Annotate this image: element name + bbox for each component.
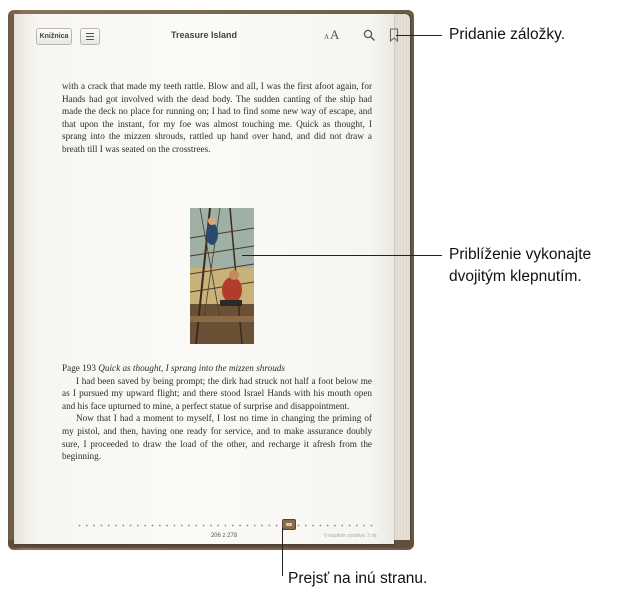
- page-dot[interactable]: [202, 524, 205, 527]
- page-dot[interactable]: [297, 524, 300, 527]
- book-title: Treasure Island: [170, 30, 238, 40]
- page-dot[interactable]: [180, 524, 183, 527]
- page-dot[interactable]: [268, 524, 271, 527]
- page-dot[interactable]: [137, 524, 139, 527]
- page-dot[interactable]: [304, 524, 307, 527]
- table-of-contents-button[interactable]: [80, 28, 100, 45]
- font-size-large-icon: A: [330, 27, 340, 42]
- callout-line-navigate: [282, 528, 283, 576]
- page-navigator-track[interactable]: [78, 524, 378, 527]
- page-dot[interactable]: [370, 524, 373, 527]
- page-dot[interactable]: [144, 524, 147, 527]
- page-dot[interactable]: [231, 524, 234, 527]
- page-dot[interactable]: [158, 524, 161, 527]
- page-dot[interactable]: [341, 524, 344, 527]
- page-dot[interactable]: [363, 524, 366, 527]
- caption-text: Quick as thought, I sprang into the mizz…: [98, 363, 285, 373]
- page-dot[interactable]: [129, 524, 132, 527]
- page-text-bottom: Page 193 Quick as thought, I sprang into…: [62, 362, 372, 463]
- page-dot[interactable]: [319, 524, 322, 527]
- callout-navigate: Prejsť na inú stranu.: [288, 570, 428, 587]
- page-dot[interactable]: [85, 524, 88, 527]
- page-dot[interactable]: [210, 524, 212, 527]
- page-navigator-thumb[interactable]: [282, 519, 296, 530]
- page-dot[interactable]: [93, 524, 95, 527]
- page-dot[interactable]: [348, 524, 351, 527]
- page-dot[interactable]: [78, 524, 81, 527]
- page-dot[interactable]: [326, 524, 329, 527]
- page-dot[interactable]: [261, 524, 263, 527]
- page-dot[interactable]: [224, 524, 227, 527]
- list-icon: [86, 33, 94, 40]
- callout-zoom-line2: dvojitým klepnutím.: [449, 268, 582, 285]
- paragraph: Now that I had a moment to myself, I los…: [62, 413, 372, 462]
- page-dot[interactable]: [107, 524, 110, 527]
- page-edges: [392, 14, 410, 546]
- page-dot[interactable]: [188, 524, 190, 527]
- page-dot[interactable]: [246, 524, 249, 527]
- chapter-pages-remaining: V kapitole zostáva: 2 str.: [323, 533, 378, 539]
- page-dot[interactable]: [217, 524, 220, 527]
- page-dot[interactable]: [275, 524, 278, 527]
- callout-line-zoom: [242, 255, 442, 256]
- book-illustration[interactable]: [190, 208, 254, 344]
- page-dot[interactable]: [239, 524, 242, 527]
- page-dot[interactable]: [151, 524, 154, 527]
- font-size-button[interactable]: A A: [322, 27, 346, 43]
- paragraph: I had been saved by being prompt; the di…: [62, 375, 372, 411]
- illustration-caption: Page 193 Quick as thought, I sprang into…: [62, 362, 372, 375]
- page-dot[interactable]: [356, 524, 358, 527]
- paragraph: with a crack that made my teeth rattle. …: [62, 81, 372, 154]
- book-page[interactable]: Knižnica Treasure Island A A with a crac…: [14, 14, 399, 544]
- page-dot[interactable]: [312, 524, 314, 527]
- caption-page-number: Page 193: [62, 363, 99, 373]
- callout-zoom-line1: Priblíženie vykonajte: [449, 246, 592, 263]
- page-dot[interactable]: [195, 524, 198, 527]
- page-dot[interactable]: [253, 524, 256, 527]
- page-dot[interactable]: [100, 524, 103, 527]
- page-count: 206 z 278: [210, 533, 238, 539]
- page-dot[interactable]: [334, 524, 336, 527]
- callout-bookmark: Pridanie záložky.: [449, 26, 566, 43]
- library-button[interactable]: Knižnica: [36, 28, 72, 45]
- page-dot[interactable]: [173, 524, 176, 527]
- font-size-small-icon: A: [324, 33, 330, 41]
- page-dot[interactable]: [115, 524, 117, 527]
- callout-line-bookmark: [396, 35, 442, 36]
- page-dot[interactable]: [122, 524, 125, 527]
- page-dot[interactable]: [166, 524, 168, 527]
- page-text-top: with a crack that made my teeth rattle. …: [62, 80, 372, 156]
- search-icon[interactable]: [363, 29, 375, 41]
